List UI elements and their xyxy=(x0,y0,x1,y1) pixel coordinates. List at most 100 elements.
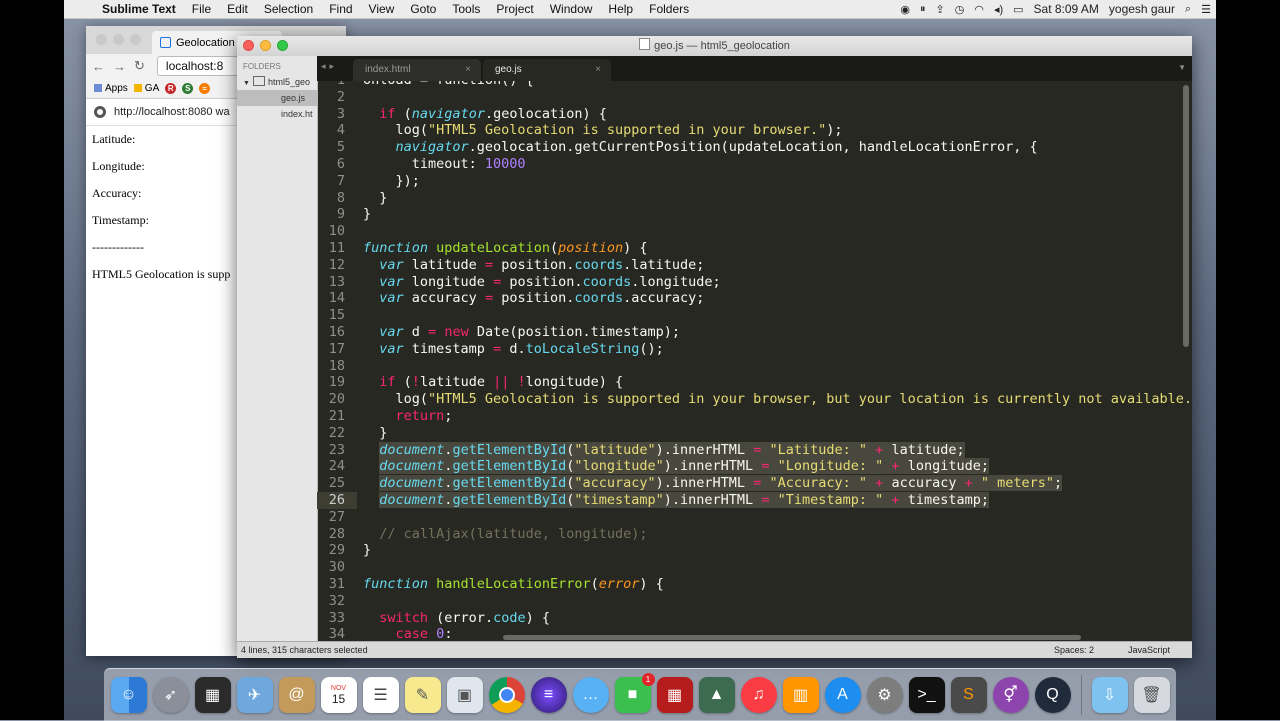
pause-icon[interactable]: ⏸ xyxy=(915,3,931,16)
upload-icon[interactable]: ⇪ xyxy=(931,3,950,16)
menu-window[interactable]: Window xyxy=(542,2,601,16)
launchpad-icon[interactable]: ➶ xyxy=(152,677,189,713)
record-icon[interactable]: ◉ xyxy=(895,3,915,16)
menu-project[interactable]: Project xyxy=(488,2,541,16)
bookmark-s-icon[interactable]: S xyxy=(182,82,194,94)
facetime-icon[interactable]: ■ 1 xyxy=(614,673,655,713)
close-tab-icon[interactable]: × xyxy=(595,59,601,81)
bookmark-rss-icon[interactable]: ≈ xyxy=(199,82,211,94)
menu-goto[interactable]: Goto xyxy=(402,2,444,16)
notes-icon[interactable]: ✎ xyxy=(404,677,441,713)
line-number: 22 xyxy=(328,424,345,441)
code-line: log("HTML5 Geolocation is supported in y… xyxy=(363,122,843,139)
code-line: switch (error.code) { xyxy=(379,609,550,626)
itunes-icon[interactable]: ♫ xyxy=(740,677,777,713)
menu-help[interactable]: Help xyxy=(600,2,641,16)
photo-icon[interactable]: ▣ xyxy=(446,677,483,713)
volume-icon[interactable]: ◂) xyxy=(989,3,1008,16)
wifi-icon[interactable]: ◠ xyxy=(969,3,989,16)
contacts-icon[interactable]: @ xyxy=(278,677,315,713)
browser-close-button[interactable] xyxy=(96,34,107,45)
sidebar-folder[interactable]: ▼ html5_geo xyxy=(237,74,317,90)
browser-minimize-button[interactable] xyxy=(113,34,124,45)
calendar-icon[interactable]: NOV 15 xyxy=(320,677,357,713)
tab-nav-arrows-icon[interactable]: ◂▸ xyxy=(321,61,338,72)
gender-icon[interactable]: ⚥ xyxy=(992,677,1029,713)
photo-booth-icon[interactable]: ▦ xyxy=(656,677,693,713)
menu-selection[interactable]: Selection xyxy=(256,2,321,16)
preview-icon[interactable]: ✈ xyxy=(236,677,273,713)
left-letterbox xyxy=(0,0,64,720)
right-letterbox xyxy=(1216,0,1280,720)
messages-icon[interactable]: … xyxy=(572,677,609,713)
chrome-icon[interactable] xyxy=(488,677,525,713)
menu-folders[interactable]: Folders xyxy=(641,2,697,16)
menu-edit[interactable]: Edit xyxy=(219,2,256,16)
time-machine-icon[interactable]: ◷ xyxy=(950,3,970,16)
code-line: var timestamp = d.toLocaleString(); xyxy=(379,340,664,357)
line-number: 31 xyxy=(328,575,345,592)
tab-overflow-icon[interactable]: ▼ xyxy=(1178,63,1186,72)
tab-index-html[interactable]: index.html × xyxy=(353,59,481,81)
sidebar-folder-label: html5_geo xyxy=(267,77,310,87)
battery-icon[interactable]: ▭ xyxy=(1008,3,1028,16)
dock-separator xyxy=(1080,675,1082,715)
calendar-month: NOV xyxy=(330,684,347,692)
indentation-setting[interactable]: Spaces: 2 xyxy=(1054,642,1094,658)
downloads-folder-icon[interactable]: ⇩ xyxy=(1091,677,1128,713)
ibooks-icon[interactable]: ▥ xyxy=(782,677,819,713)
mission-control-icon[interactable]: ▦ xyxy=(194,677,231,713)
page-favicon-icon xyxy=(160,37,171,48)
line-number: 33 xyxy=(328,609,345,626)
forward-arrow-icon[interactable]: → xyxy=(113,59,126,74)
line-number: 4 xyxy=(336,122,345,139)
menu-tools[interactable]: Tools xyxy=(444,2,488,16)
code-editor[interactable]: 1234567891011121314151617181920212223242… xyxy=(317,81,1192,642)
image-capture-icon[interactable]: ▲ xyxy=(698,677,735,713)
horizontal-scrollbar[interactable] xyxy=(503,635,1081,640)
menu-view[interactable]: View xyxy=(361,2,403,16)
tab-geo-js[interactable]: geo.js × xyxy=(483,59,611,81)
reload-icon[interactable]: ↻ xyxy=(134,58,145,74)
close-tab-icon[interactable]: × xyxy=(465,59,471,81)
menubar-clock[interactable]: Sat 8:09 AM xyxy=(1029,2,1104,16)
spotlight-icon[interactable]: ⌕ xyxy=(1180,3,1196,16)
terminal-icon[interactable]: >_ xyxy=(908,677,945,713)
sublime-zoom-button[interactable] xyxy=(277,40,288,51)
line-number: 2 xyxy=(336,88,345,105)
sidebar-file-geo-js[interactable]: geo.js xyxy=(237,90,317,106)
reminders-icon[interactable]: ☰ xyxy=(362,677,399,713)
syntax-setting[interactable]: JavaScript xyxy=(1128,642,1170,658)
notification-center-icon[interactable]: ☰ xyxy=(1196,3,1216,16)
sidebar-file-index-html[interactable]: index.ht xyxy=(237,106,317,122)
bookmark-r-icon[interactable]: R xyxy=(165,82,177,94)
sublime-minimize-button[interactable] xyxy=(260,40,271,51)
line-number: 15 xyxy=(328,307,345,324)
code-area[interactable]: onload = function() { if (navigator.geol… xyxy=(363,81,1192,642)
system-preferences-icon[interactable]: ⚙ xyxy=(866,677,903,713)
vertical-scrollbar[interactable] xyxy=(1183,85,1189,347)
trash-icon[interactable]: 🗑 xyxy=(1133,677,1170,713)
menu-find[interactable]: Find xyxy=(321,2,360,16)
disclosure-arrow-icon[interactable]: ▼ xyxy=(243,76,250,90)
permission-text: http://localhost:8080 wa xyxy=(114,106,230,118)
app-store-icon[interactable]: A xyxy=(824,677,861,713)
back-arrow-icon[interactable]: ← xyxy=(92,59,105,74)
line-number: 9 xyxy=(336,206,345,223)
bookmark-ga[interactable]: GA xyxy=(133,83,159,94)
eclipse-icon[interactable]: ≡ xyxy=(530,677,567,713)
browser-zoom-button[interactable] xyxy=(130,34,141,45)
sublime-icon[interactable]: S xyxy=(950,677,987,713)
folder-icon xyxy=(252,76,265,86)
quicktime-icon[interactable]: Q xyxy=(1034,677,1071,713)
menubar-user[interactable]: yogesh gaur xyxy=(1104,2,1180,16)
sublime-close-button[interactable] xyxy=(243,40,254,51)
menu-app-name[interactable]: Sublime Text xyxy=(94,2,184,16)
code-line-selected: document.getElementById("latitude").inne… xyxy=(379,441,965,458)
menu-file[interactable]: File xyxy=(184,2,219,16)
bookmark-apps[interactable]: Apps xyxy=(94,83,128,94)
finder-icon[interactable]: ☺ xyxy=(110,677,147,713)
